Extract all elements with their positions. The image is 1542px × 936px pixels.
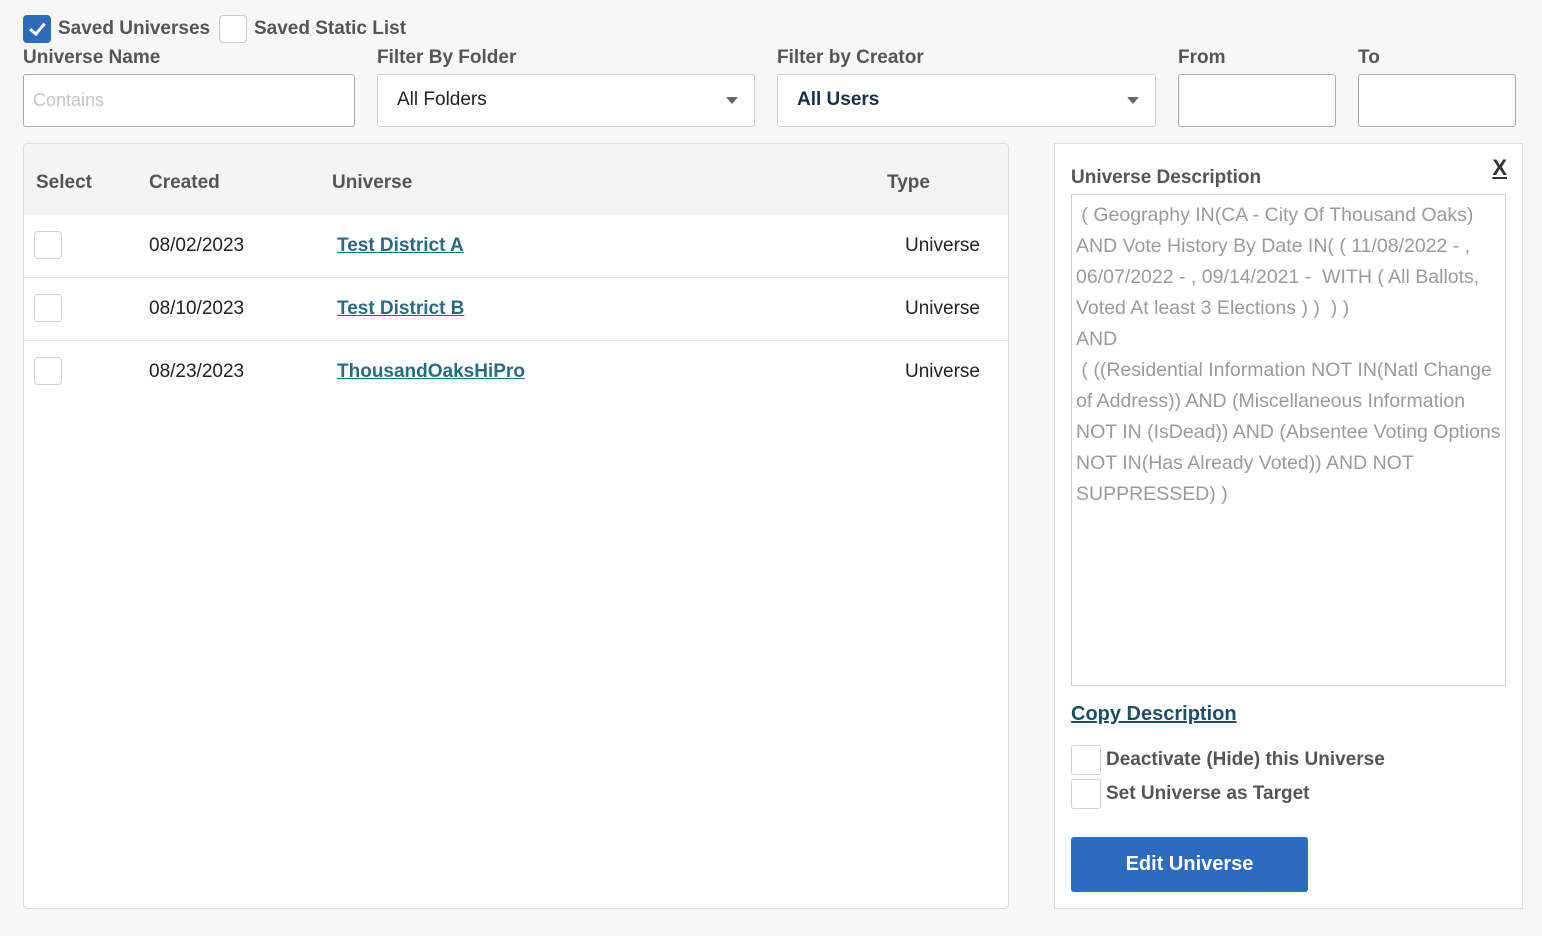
- row-universe-link[interactable]: Test District B: [337, 298, 464, 320]
- to-date-label: To: [1358, 47, 1380, 68]
- header-select: Select: [36, 172, 92, 193]
- close-icon[interactable]: X: [1492, 155, 1507, 181]
- creator-select-value: All Users: [797, 89, 880, 110]
- row-select-checkbox[interactable]: [34, 231, 62, 259]
- saved-universes-label: Saved Universes: [58, 18, 211, 39]
- row-select-checkbox[interactable]: [34, 357, 62, 385]
- header-created: Created: [149, 172, 220, 193]
- row-type: Universe: [905, 235, 980, 256]
- saved-static-list-label: Saved Static List: [254, 18, 407, 39]
- folder-select[interactable]: All Folders: [377, 74, 755, 127]
- checkmark-icon: [29, 18, 46, 37]
- row-created: 08/02/2023: [149, 235, 245, 256]
- to-date-field: [1358, 74, 1516, 127]
- table-row: 08/10/2023 Test District B Universe: [24, 278, 1008, 341]
- description-title: Universe Description: [1071, 167, 1262, 188]
- description-textarea[interactable]: ( Geography IN(CA - City Of Thousand Oak…: [1071, 194, 1506, 686]
- creator-select[interactable]: All Users: [777, 74, 1156, 127]
- dropdown-caret-icon: [726, 97, 738, 104]
- universe-name-label: Universe Name: [23, 47, 161, 68]
- to-date-input[interactable]: [1359, 75, 1515, 126]
- header-universe: Universe: [332, 172, 413, 193]
- creator-filter-label: Filter by Creator: [777, 47, 924, 68]
- saved-static-list-checkbox[interactable]: [219, 15, 247, 43]
- row-type: Universe: [905, 298, 980, 319]
- saved-universes-checkbox[interactable]: [23, 15, 51, 43]
- row-universe-link[interactable]: ThousandOaksHiPro: [337, 361, 525, 383]
- folder-filter-label: Filter By Folder: [377, 47, 517, 68]
- deactivate-label: Deactivate (Hide) this Universe: [1106, 749, 1385, 770]
- from-date-field: [1178, 74, 1336, 127]
- copy-description-link[interactable]: Copy Description: [1071, 703, 1237, 726]
- row-type: Universe: [905, 361, 980, 382]
- deactivate-checkbox[interactable]: [1071, 745, 1101, 775]
- universe-table: Select Created Universe Type 08/02/2023 …: [23, 143, 1009, 909]
- row-created: 08/23/2023: [149, 361, 245, 382]
- universe-name-input[interactable]: [24, 75, 354, 126]
- table-row: 08/23/2023 ThousandOaksHiPro Universe: [24, 341, 1008, 404]
- folder-select-value: All Folders: [397, 89, 487, 110]
- table-header: Select Created Universe Type: [24, 144, 1008, 215]
- edit-universe-button[interactable]: Edit Universe: [1071, 837, 1308, 892]
- table-row: 08/02/2023 Test District A Universe: [24, 215, 1008, 278]
- row-select-checkbox[interactable]: [34, 294, 62, 322]
- universe-name-field: [23, 74, 355, 127]
- from-date-input[interactable]: [1179, 75, 1335, 126]
- set-target-label: Set Universe as Target: [1106, 783, 1310, 804]
- universe-details-panel: X Universe Description ( Geography IN(CA…: [1054, 143, 1523, 909]
- row-universe-link[interactable]: Test District A: [337, 235, 464, 257]
- set-target-checkbox[interactable]: [1071, 779, 1101, 809]
- dropdown-caret-icon: [1127, 97, 1139, 104]
- row-created: 08/10/2023: [149, 298, 245, 319]
- from-date-label: From: [1178, 47, 1226, 68]
- header-type: Type: [887, 172, 930, 193]
